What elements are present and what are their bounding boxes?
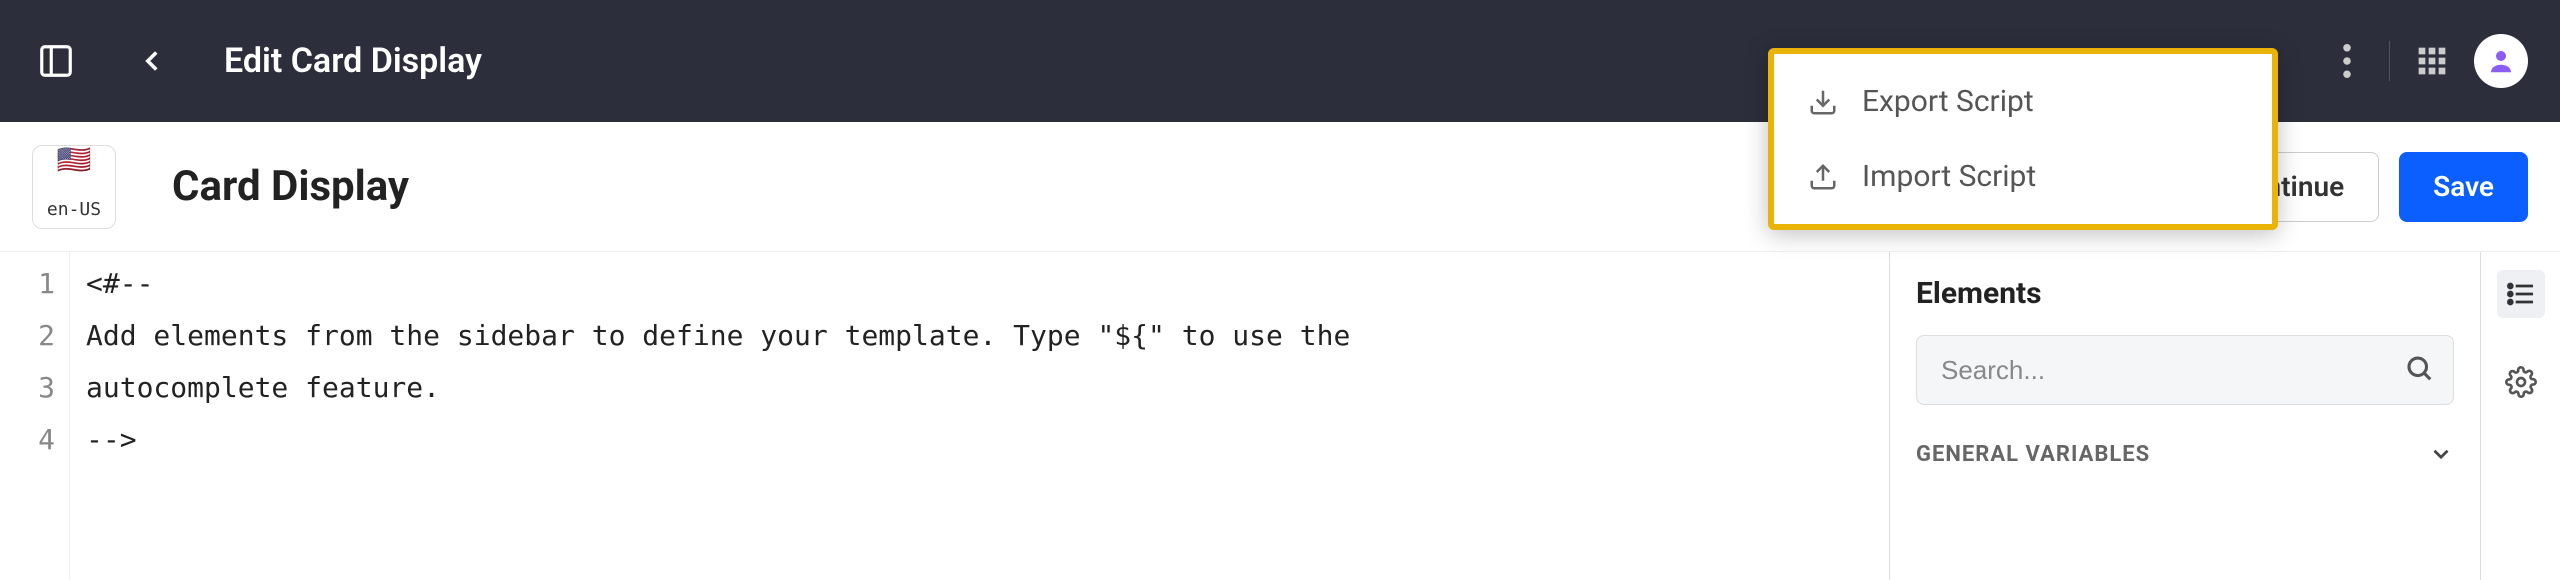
- code-line: Add elements from the sidebar to define …: [86, 319, 1350, 352]
- code-pane: 1 2 3 4 <#-- Add elements from the sideb…: [0, 252, 1890, 580]
- kebab-icon: [2343, 44, 2351, 78]
- code-editor[interactable]: <#-- Add elements from the sidebar to de…: [70, 252, 1889, 580]
- save-button[interactable]: Save: [2399, 152, 2528, 222]
- code-line: -->: [86, 423, 137, 456]
- line-gutter: 1 2 3 4: [0, 252, 70, 580]
- right-rail: [2480, 252, 2560, 580]
- apps-button[interactable]: [2408, 37, 2456, 85]
- search-icon: [2404, 353, 2434, 387]
- topbar: Edit Card Display Export Script Import S…: [0, 0, 2560, 122]
- grid-icon: [2416, 45, 2448, 77]
- flag-icon: 🇺🇸: [57, 146, 92, 174]
- export-script-label: Export Script: [1862, 84, 2034, 119]
- divider: [2389, 41, 2390, 81]
- line-number: 3: [0, 362, 69, 414]
- panel-icon: [37, 42, 75, 80]
- user-icon: [2486, 46, 2516, 76]
- list-view-button[interactable]: [2497, 270, 2545, 318]
- code-line: autocomplete feature.: [86, 371, 440, 404]
- script-menu-dropdown: Export Script Import Script: [1768, 48, 2278, 230]
- export-icon: [1808, 87, 1838, 117]
- back-button[interactable]: [128, 37, 176, 85]
- line-number: 1: [0, 258, 69, 310]
- export-script-item[interactable]: Export Script: [1774, 64, 2272, 139]
- section-label: GENERAL VARIABLES: [1916, 442, 2150, 467]
- elements-title: Elements: [1916, 276, 2454, 311]
- section-general-variables[interactable]: GENERAL VARIABLES: [1916, 441, 2454, 467]
- import-script-item[interactable]: Import Script: [1774, 139, 2272, 214]
- card-title: Card Display: [172, 162, 409, 211]
- line-number: 4: [0, 414, 69, 466]
- gear-icon: [2505, 366, 2537, 398]
- more-menu-button[interactable]: [2323, 37, 2371, 85]
- settings-button[interactable]: [2497, 358, 2545, 406]
- list-icon: [2505, 278, 2537, 310]
- editor-area: 1 2 3 4 <#-- Add elements from the sideb…: [0, 252, 2560, 580]
- search-wrap: [1916, 335, 2454, 405]
- panel-toggle-button[interactable]: [32, 37, 80, 85]
- topbar-left: Edit Card Display: [32, 37, 482, 85]
- user-avatar[interactable]: [2474, 34, 2528, 88]
- chevron-left-icon: [135, 44, 169, 78]
- line-number: 2: [0, 310, 69, 362]
- search-input[interactable]: [1916, 335, 2454, 405]
- page-title: Edit Card Display: [224, 41, 482, 81]
- elements-panel: Elements GENERAL VARIABLES: [1890, 252, 2480, 580]
- chevron-down-icon: [2428, 441, 2454, 467]
- import-script-label: Import Script: [1862, 159, 2036, 194]
- code-line: <#--: [86, 267, 153, 300]
- topbar-right: Export Script Import Script: [2323, 34, 2528, 88]
- import-icon: [1808, 162, 1838, 192]
- locale-code: en-US: [31, 178, 117, 228]
- locale-badge[interactable]: 🇺🇸 en-US: [32, 145, 116, 229]
- save-label: Save: [2433, 170, 2494, 203]
